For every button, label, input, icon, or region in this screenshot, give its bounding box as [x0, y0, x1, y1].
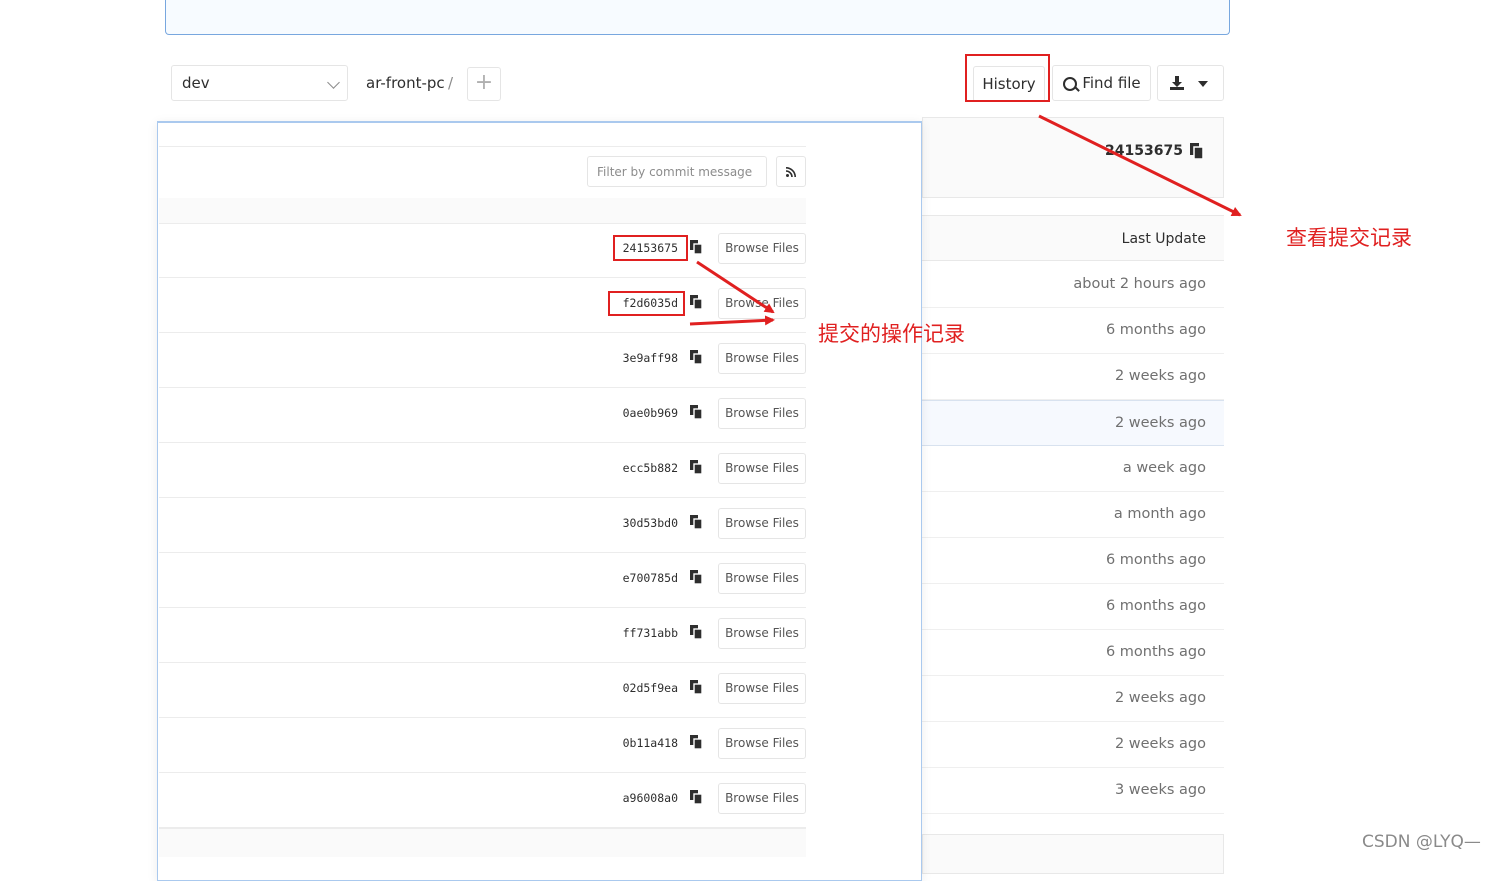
commits-annotation: 提交的操作记录	[818, 322, 965, 346]
watermark: CSDN @LYQ—	[1362, 832, 1481, 852]
history-annotation: 查看提交记录	[1286, 226, 1412, 250]
commit-arrow-2	[689, 315, 775, 326]
commit-arrow-1	[696, 260, 775, 314]
history-arrow	[1038, 114, 1242, 217]
annotation-arrows	[689, 114, 1242, 326]
